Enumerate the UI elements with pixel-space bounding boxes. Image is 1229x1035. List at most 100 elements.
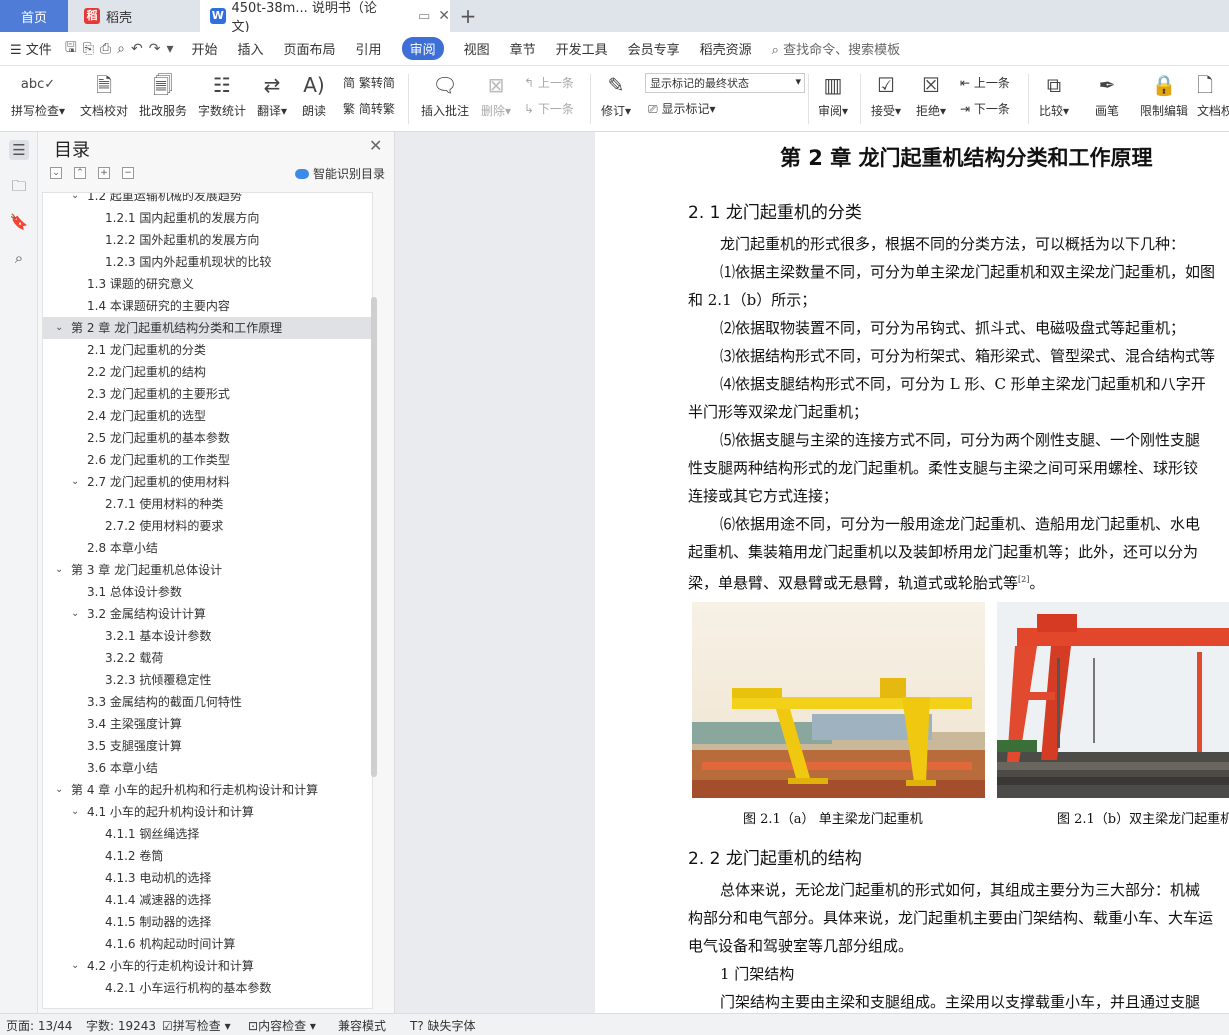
- toc-item[interactable]: 3.5 支腿强度计算: [43, 735, 372, 757]
- toc-scrollbar[interactable]: [371, 297, 377, 777]
- word-count-button[interactable]: ☷ 字数统计: [196, 70, 248, 119]
- restrict-edit-button[interactable]: 🔒 限制编辑: [1138, 70, 1190, 119]
- figure-double-girder-crane[interactable]: [997, 602, 1229, 798]
- chevron-down-icon[interactable]: ⌄: [71, 801, 79, 823]
- translate-button[interactable]: ⇄ 翻译▾: [254, 70, 290, 119]
- add-item-icon[interactable]: +: [98, 167, 110, 179]
- insert-comment-button[interactable]: 🗨 插入批注: [418, 70, 472, 119]
- toc-item[interactable]: ⌄ 第 4 章 小车的起升机构和行走机构设计和计算: [43, 779, 372, 801]
- batch-service-button[interactable]: 🗐 批改服务: [137, 70, 189, 119]
- status-content-check[interactable]: ⊡内容检查 ▾: [248, 1017, 316, 1034]
- doc-rights-button[interactable]: 🗋 文档权: [1197, 70, 1229, 119]
- file-menu[interactable]: ☰ 文件: [10, 39, 52, 58]
- remove-item-icon[interactable]: −: [122, 167, 134, 179]
- tab-document[interactable]: W 450t-38m... 说明书（论文) ▭ ✕: [200, 0, 450, 35]
- expand-all-icon[interactable]: ⌃: [74, 167, 86, 179]
- toc-item[interactable]: 2.3 龙门起重机的主要形式: [43, 383, 372, 405]
- menu-reference[interactable]: 引用: [356, 39, 382, 58]
- next-comment-button[interactable]: ↳ 下一条: [524, 100, 574, 117]
- toc-item[interactable]: 2.5 龙门起重机的基本参数: [43, 427, 372, 449]
- more-icon[interactable]: ▾: [166, 41, 173, 57]
- toc-item[interactable]: 2.7.2 使用材料的要求: [43, 515, 372, 537]
- accept-button[interactable]: ☑ 接受▾: [868, 70, 904, 119]
- bookmark-icon[interactable]: 🔖: [9, 212, 29, 232]
- figure-single-girder-crane[interactable]: [692, 602, 985, 798]
- spell-check-button[interactable]: abc✓ 拼写检查▾: [8, 70, 68, 119]
- toc-item[interactable]: 2.1 龙门起重机的分类: [43, 339, 372, 361]
- menu-chapter[interactable]: 章节: [510, 39, 536, 58]
- markup-display-select[interactable]: 显示标记的最终状态 ▾: [645, 73, 805, 93]
- toc-item[interactable]: ⌄ 第 2 章 龙门起重机结构分类和工作原理: [43, 317, 372, 339]
- toc-item[interactable]: 4.1.3 电动机的选择: [43, 867, 372, 889]
- menu-insert[interactable]: 插入: [238, 39, 264, 58]
- toc-item[interactable]: 1.2.3 国内外起重机现状的比较: [43, 251, 372, 273]
- toc-item[interactable]: 4.2.1 小车运行机构的基本参数: [43, 977, 372, 999]
- menu-daoke-resources[interactable]: 稻壳资源: [700, 39, 752, 58]
- menu-start[interactable]: 开始: [192, 39, 218, 58]
- smart-toc-button[interactable]: 智能识别目录: [295, 165, 385, 182]
- toc-item[interactable]: 1.2.1 国内起重机的发展方向: [43, 207, 372, 229]
- tab-daoke[interactable]: 稻稻壳: [70, 0, 195, 32]
- toc-item[interactable]: 4.1.2 卷筒: [43, 845, 372, 867]
- toc-item[interactable]: ⌄ 2.7 龙门起重机的使用材料: [43, 471, 372, 493]
- document-page[interactable]: 第 2 章 龙门起重机结构分类和工作原理 2. 1 龙门起重机的分类 龙门起重机…: [595, 132, 1229, 1013]
- chevron-down-icon[interactable]: ⌄: [71, 193, 79, 207]
- collapse-all-icon[interactable]: ⌄: [50, 167, 62, 179]
- delete-comment-button[interactable]: ⊠ 删除▾: [478, 70, 514, 119]
- toc-item[interactable]: 2.4 龙门起重机的选型: [43, 405, 372, 427]
- print-icon[interactable]: ⎙: [100, 41, 111, 57]
- chapter-nav-icon[interactable]: 🗀: [9, 176, 29, 196]
- simp-to-trad-button[interactable]: 繁 简转繁: [343, 100, 395, 117]
- read-aloud-button[interactable]: A) 朗读: [298, 70, 330, 119]
- toc-item[interactable]: ⌄ 3.2 金属结构设计计算: [43, 603, 372, 625]
- show-markup-button[interactable]: ⎚ 显示标记▾: [648, 100, 715, 117]
- close-icon[interactable]: ✕: [369, 136, 382, 155]
- toc-item[interactable]: 4.1.4 减速器的选择: [43, 889, 372, 911]
- menu-layout[interactable]: 页面布局: [284, 39, 336, 58]
- tab-home[interactable]: 首页: [0, 0, 68, 32]
- review-pane-button[interactable]: ▥ 审阅▾: [815, 70, 851, 119]
- toc-item[interactable]: ⌄ 1.2 起重运输机械的发展趋势: [43, 193, 372, 207]
- chevron-down-icon[interactable]: ⌄: [71, 471, 79, 493]
- toc-item[interactable]: 3.6 本章小结: [43, 757, 372, 779]
- toc-item[interactable]: 2.2 龙门起重机的结构: [43, 361, 372, 383]
- missing-font-button[interactable]: T? 缺失字体: [410, 1017, 476, 1034]
- toc-item[interactable]: 4.1.5 制动器的选择: [43, 911, 372, 933]
- toc-item[interactable]: 4.1.6 机构起动时间计算: [43, 933, 372, 955]
- page-indicator[interactable]: 页面: 13/44: [6, 1017, 72, 1034]
- trad-to-simp-button[interactable]: 简 繁转简: [343, 74, 395, 91]
- toc-item[interactable]: ⌄ 第 3 章 龙门起重机总体设计: [43, 559, 372, 581]
- toc-item[interactable]: 2.6 龙门起重机的工作类型: [43, 449, 372, 471]
- toc-item[interactable]: 3.2.1 基本设计参数: [43, 625, 372, 647]
- word-count-indicator[interactable]: 字数: 19243: [86, 1017, 156, 1034]
- prev-comment-button[interactable]: ↰ 上一条: [524, 74, 574, 91]
- toc-item[interactable]: 3.4 主梁强度计算: [43, 713, 372, 735]
- menu-review[interactable]: 审阅: [401, 37, 444, 60]
- status-spell-check[interactable]: ☑拼写检查 ▾: [162, 1017, 231, 1034]
- toc-item[interactable]: 3.2.2 载荷: [43, 647, 372, 669]
- toc-item[interactable]: 1.2.2 国外起重机的发展方向: [43, 229, 372, 251]
- toc-item[interactable]: 1.4 本课题研究的主要内容: [43, 295, 372, 317]
- toc-item[interactable]: 3.2.3 抗倾覆稳定性: [43, 669, 372, 691]
- toc-item[interactable]: ⌄ 4.1 小车的起升机构设计和计算: [43, 801, 372, 823]
- command-search[interactable]: ⌕ 查找命令、搜索模板: [772, 39, 900, 58]
- compare-button[interactable]: ⧉ 比较▾: [1036, 70, 1072, 119]
- export-pdf-icon[interactable]: ⎘: [83, 41, 94, 57]
- toc-item[interactable]: ⌄ 4.2 小车的行走机构设计和计算: [43, 955, 372, 977]
- next-change-button[interactable]: ⇥ 下一条: [960, 100, 1010, 117]
- menu-view[interactable]: 视图: [464, 39, 490, 58]
- redo-icon[interactable]: ↷: [149, 41, 161, 57]
- toc-item[interactable]: 2.7.1 使用材料的种类: [43, 493, 372, 515]
- chevron-down-icon[interactable]: ⌄: [71, 603, 79, 625]
- toc-item[interactable]: 3.1 总体设计参数: [43, 581, 372, 603]
- close-icon[interactable]: ✕: [438, 8, 450, 24]
- proofread-button[interactable]: 🗎 文档校对: [78, 70, 130, 119]
- pen-button[interactable]: ✒ 画笔: [1092, 70, 1122, 119]
- toc-item[interactable]: 3.3 金属结构的截面几何特性: [43, 691, 372, 713]
- chevron-down-icon[interactable]: ⌄: [55, 317, 63, 339]
- search-icon[interactable]: ⌕: [9, 248, 29, 268]
- chevron-down-icon[interactable]: ⌄: [55, 559, 63, 581]
- prev-change-button[interactable]: ⇤ 上一条: [960, 74, 1010, 91]
- toc-panel-icon[interactable]: ☰: [9, 140, 29, 160]
- reject-button[interactable]: ☒ 拒绝▾: [913, 70, 949, 119]
